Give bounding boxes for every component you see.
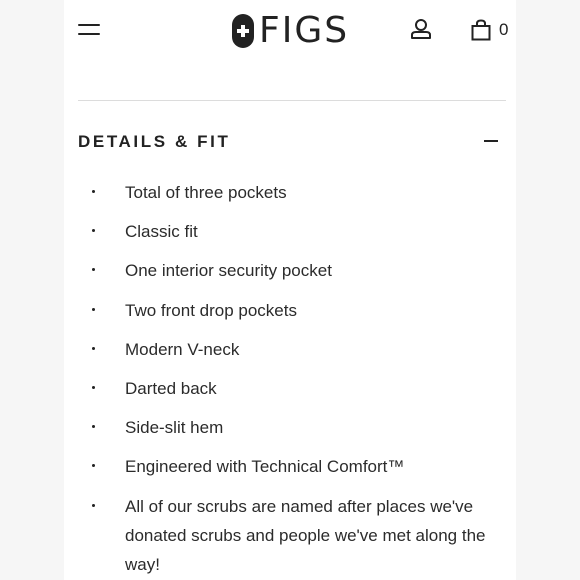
list-item: Modern V-neck <box>78 335 518 364</box>
list-item: Side-slit hem <box>78 413 518 442</box>
bullet-icon <box>92 307 95 311</box>
brand-logo[interactable]: FIGS <box>232 12 349 50</box>
bullet-icon <box>92 229 95 233</box>
bullet-icon <box>92 190 95 193</box>
details-fit-accordion-header[interactable]: DETAILS & FIT <box>78 126 506 156</box>
cart-count-badge: 0 <box>499 20 509 39</box>
list-item: Darted back <box>78 374 518 403</box>
bullet-icon <box>92 268 95 272</box>
list-item: Classic fit <box>78 217 518 246</box>
list-item: One interior security pocket <box>78 256 518 285</box>
list-item: Two front drop pockets <box>78 296 518 325</box>
bullet-icon <box>92 346 95 350</box>
bullet-icon <box>92 503 95 507</box>
brand-name: FIGS <box>259 10 350 51</box>
details-list: Total of three pockets Classic fit One i… <box>78 178 518 580</box>
bullet-icon <box>92 464 95 468</box>
cart-button[interactable]: 0 <box>471 17 515 43</box>
section-divider <box>78 100 506 101</box>
list-item: Engineered with Technical Comfort™ <box>78 452 518 481</box>
bullet-icon <box>92 385 95 389</box>
list-item: All of our scrubs are named after places… <box>78 492 518 579</box>
site-header: FIGS 0 <box>0 0 580 62</box>
list-item: Total of three pockets <box>78 178 518 207</box>
user-icon[interactable] <box>410 18 432 40</box>
page: FIGS 0 DETAILS & FIT Total of three pock… <box>0 0 580 580</box>
section-title: DETAILS & FIT <box>78 132 231 151</box>
shopping-bag-icon <box>471 19 491 41</box>
hamburger-menu-icon[interactable] <box>78 22 102 38</box>
figs-logo-icon <box>232 14 254 48</box>
minus-icon[interactable] <box>484 140 498 142</box>
bullet-icon <box>92 425 95 429</box>
